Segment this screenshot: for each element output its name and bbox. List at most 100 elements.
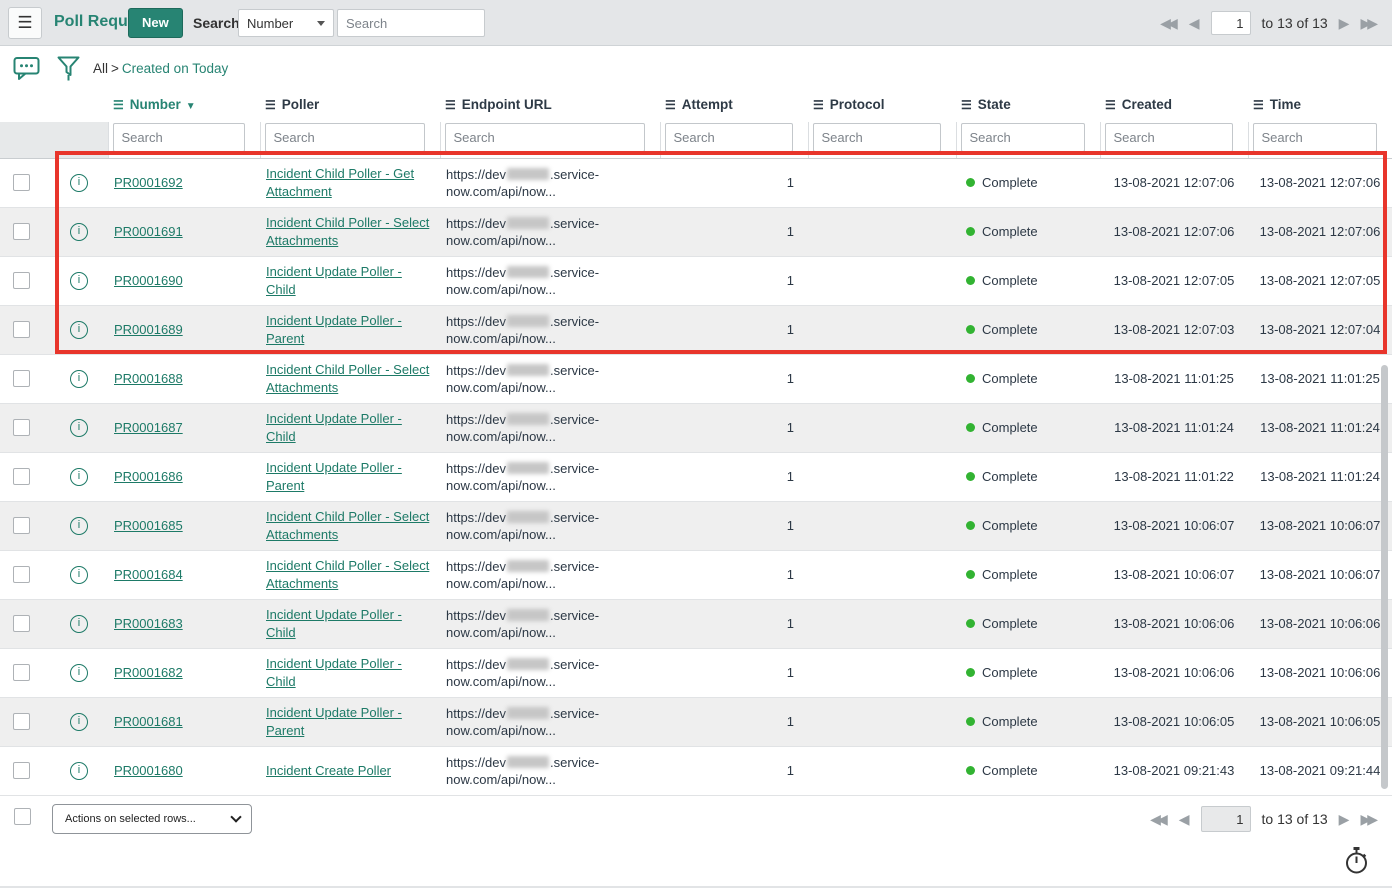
record-number-link[interactable]: PR0001683 [114,616,183,631]
filter-input-endpoint-url[interactable] [445,123,645,152]
prev-page-icon[interactable]: ◀ [1179,811,1190,828]
row-checkbox[interactable] [13,664,30,681]
filter-input-number[interactable] [113,123,245,152]
info-icon[interactable] [70,468,88,486]
record-number-link[interactable]: PR0001687 [114,420,183,435]
first-page-icon[interactable]: ◀◀ [1160,15,1178,32]
info-icon[interactable] [70,174,88,192]
filter-input-attempt[interactable] [665,123,793,152]
last-page-icon[interactable]: ▶▶ [1360,811,1378,828]
row-checkbox[interactable] [13,517,30,534]
row-checkbox[interactable] [13,615,30,632]
record-number-link[interactable]: PR0001686 [114,469,183,484]
info-icon[interactable] [70,272,88,290]
column-menu-icon[interactable]: ☰ [813,98,824,112]
info-icon[interactable] [70,762,88,780]
last-page-icon[interactable]: ▶▶ [1360,15,1378,32]
info-icon[interactable] [70,321,88,339]
page-number-input[interactable] [1211,11,1251,35]
record-number-link[interactable]: PR0001691 [114,224,183,239]
record-number-link[interactable]: PR0001690 [114,273,183,288]
page-number-input[interactable] [1201,806,1251,832]
next-page-icon[interactable]: ▶ [1339,811,1350,828]
column-menu-icon[interactable]: ☰ [961,98,972,112]
poller-link[interactable]: Incident Update Poller - Parent [266,705,402,738]
row-checkbox[interactable] [13,713,30,730]
column-menu-icon[interactable]: ☰ [665,98,676,112]
record-number-link[interactable]: PR0001685 [114,518,183,533]
info-icon[interactable] [70,370,88,388]
filter-input-poller[interactable] [265,123,425,152]
column-menu-icon[interactable]: ☰ [1105,98,1116,112]
column-menu-icon[interactable]: ☰ [265,98,276,112]
top-pagination: ◀◀ ◀ to 13 of 13 ▶ ▶▶ [1160,0,1378,46]
column-menu-icon[interactable]: ☰ [1253,98,1264,112]
filter-input-state[interactable] [961,123,1085,152]
select-all-checkbox[interactable] [14,808,31,825]
record-number-link[interactable]: PR0001688 [114,371,183,386]
poller-link[interactable]: Incident Child Poller - Select Attachmen… [266,558,429,591]
column-header-protocol[interactable]: ☰Protocol [808,86,956,122]
column-header-attempt[interactable]: ☰Attempt [660,86,808,122]
timer-icon[interactable] [1343,846,1370,880]
poller-link[interactable]: Incident Child Poller - Select Attachmen… [266,215,429,248]
prev-page-icon[interactable]: ◀ [1189,15,1200,32]
poller-link[interactable]: Incident Update Poller - Child [266,607,402,640]
filter-icon[interactable] [56,55,81,88]
row-checkbox[interactable] [13,468,30,485]
poller-link[interactable]: Incident Child Poller - Get Attachment [266,166,414,199]
row-checkbox[interactable] [13,223,30,240]
column-menu-icon[interactable]: ☰ [113,98,124,112]
info-icon[interactable] [70,566,88,584]
info-icon[interactable] [70,615,88,633]
column-header-poller[interactable]: ☰Poller [260,86,440,122]
breadcrumb-all[interactable]: All [93,61,108,76]
row-checkbox[interactable] [13,174,30,191]
chat-icon[interactable] [13,56,40,86]
row-checkbox[interactable] [13,321,30,338]
record-number-link[interactable]: PR0001684 [114,567,183,582]
poller-link[interactable]: Incident Create Poller [266,763,391,778]
poller-link[interactable]: Incident Child Poller - Select Attachmen… [266,362,429,395]
poller-link[interactable]: Incident Update Poller - Parent [266,313,402,346]
next-page-icon[interactable]: ▶ [1339,15,1350,32]
record-number-link[interactable]: PR0001681 [114,714,183,729]
row-checkbox[interactable] [13,272,30,289]
poller-link[interactable]: Incident Update Poller - Child [266,264,402,297]
column-menu-icon[interactable]: ☰ [445,98,456,112]
column-header-created[interactable]: ☰Created [1100,86,1248,122]
record-number-link[interactable]: PR0001692 [114,175,183,190]
breadcrumb-filter-link[interactable]: Created on Today [122,61,228,76]
time-cell: 13-08-2021 09:21:44 [1248,746,1392,795]
info-icon[interactable] [70,419,88,437]
actions-on-selected-rows-select[interactable]: Actions on selected rows... [52,804,252,834]
poller-link[interactable]: Incident Child Poller - Select Attachmen… [266,509,429,542]
search-input[interactable] [337,9,485,37]
record-number-link[interactable]: PR0001680 [114,763,183,778]
info-icon[interactable] [70,223,88,241]
filter-input-protocol[interactable] [813,123,941,152]
row-checkbox[interactable] [13,370,30,387]
column-header-number[interactable]: ☰Number▼ [108,86,260,122]
record-number-link[interactable]: PR0001689 [114,322,183,337]
filter-input-time[interactable] [1253,123,1378,152]
record-number-link[interactable]: PR0001682 [114,665,183,680]
column-header-state[interactable]: ☰State [956,86,1100,122]
vertical-scrollbar[interactable] [1381,365,1388,789]
new-button[interactable]: New [128,8,183,38]
poller-link[interactable]: Incident Update Poller - Child [266,656,402,689]
info-icon[interactable] [70,713,88,731]
search-field-select[interactable]: Number [238,9,334,37]
row-checkbox[interactable] [13,762,30,779]
column-header-time[interactable]: ☰Time [1248,86,1392,122]
filter-input-created[interactable] [1105,123,1233,152]
row-checkbox[interactable] [13,566,30,583]
first-page-icon[interactable]: ◀◀ [1150,811,1168,828]
column-header-endpoint-url[interactable]: ☰Endpoint URL [440,86,660,122]
menu-icon[interactable]: ☰ [8,7,42,39]
row-checkbox[interactable] [13,419,30,436]
info-icon[interactable] [70,517,88,535]
poller-link[interactable]: Incident Update Poller - Child [266,411,402,444]
poller-link[interactable]: Incident Update Poller - Parent [266,460,402,493]
info-icon[interactable] [70,664,88,682]
